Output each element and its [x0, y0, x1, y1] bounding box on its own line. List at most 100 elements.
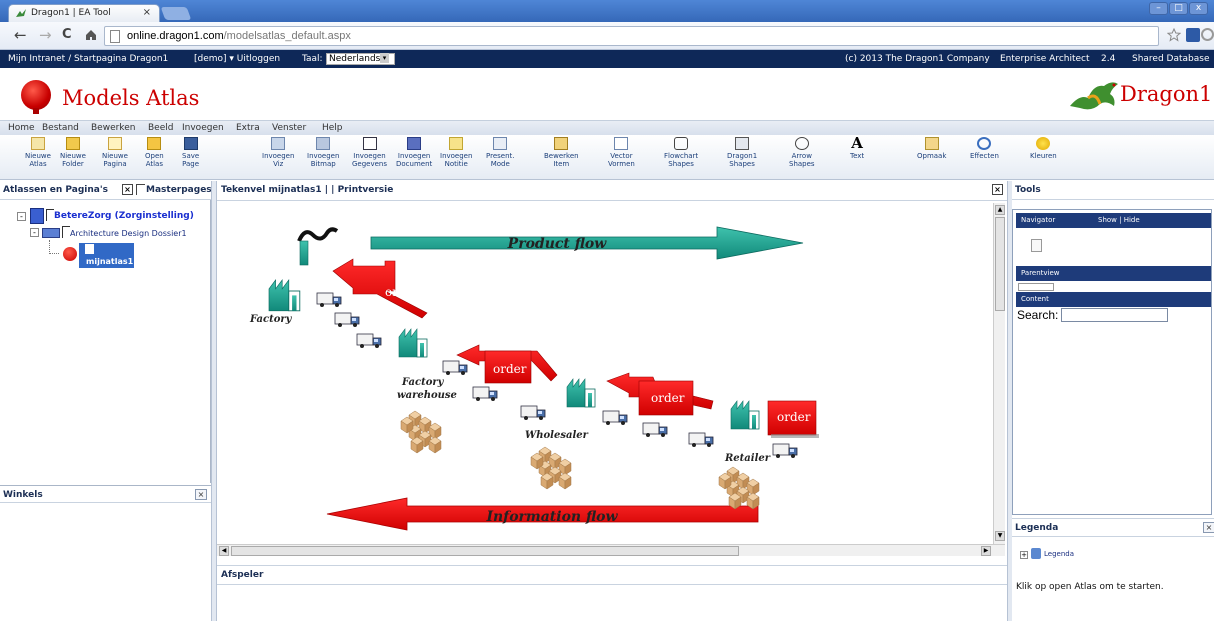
- scroll-down-icon[interactable]: ▼: [995, 531, 1005, 541]
- factory-icon: [268, 279, 301, 312]
- menu-bewerken[interactable]: Bewerken: [91, 123, 135, 133]
- format-icon: [924, 137, 939, 150]
- scroll-up-icon[interactable]: ▲: [995, 205, 1005, 215]
- settings-wrench-icon[interactable]: [1201, 28, 1214, 41]
- atlas-tree-panel: - BetereZorg (Zorginstelling) - Architec…: [0, 200, 211, 483]
- menu-venster[interactable]: Venster: [272, 123, 306, 133]
- insert-note-button[interactable]: Invoegen Notitie: [440, 137, 472, 168]
- insert-data-button[interactable]: Invoegen Gegevens: [352, 137, 387, 168]
- new-folder-icon: [65, 137, 80, 150]
- save-page-button[interactable]: Save Page: [182, 137, 199, 168]
- wholesaler-label: Wholesaler: [525, 430, 589, 441]
- insert-document-button[interactable]: Invoegen Document: [396, 137, 432, 168]
- scroll-right-icon[interactable]: ▶: [981, 546, 991, 556]
- order-label-2: order: [493, 362, 527, 376]
- forward-icon[interactable]: →: [39, 26, 52, 44]
- menu-invoegen[interactable]: Invoegen: [182, 123, 224, 133]
- legenda-expand-icon[interactable]: +: [1020, 551, 1028, 559]
- factory-label: Factory: [249, 314, 293, 325]
- colors-button[interactable]: Kleuren: [1030, 137, 1057, 160]
- arrow-shapes-button[interactable]: Arrow Shapes: [789, 137, 815, 168]
- content-label: Content: [1021, 295, 1049, 303]
- search-input[interactable]: [1061, 308, 1168, 322]
- edit-item-button[interactable]: Bewerken Item: [544, 137, 579, 168]
- menu-bar: Home Bestand Bewerken Beeld Invoegen Ext…: [0, 120, 1214, 135]
- atlas-checkbox[interactable]: [85, 244, 94, 254]
- warehouse-boxes: [401, 411, 441, 453]
- parentview-box: [1018, 283, 1054, 291]
- vector-shapes-button[interactable]: Vector Vormen: [608, 137, 635, 168]
- tree-atlas-label[interactable]: mijnatlas1: [86, 257, 133, 266]
- intranet-link[interactable]: Mijn Intranet / Startpagina Dragon1: [8, 54, 168, 64]
- new-folder-button[interactable]: Nieuwe Folder: [60, 137, 86, 168]
- shared-database-label: Shared Database: [1132, 54, 1210, 64]
- minimize-icon[interactable]: –: [1149, 2, 1168, 15]
- extension-icon[interactable]: [1186, 28, 1200, 42]
- root-checkbox[interactable]: [46, 209, 54, 221]
- close-winkels-icon[interactable]: ×: [195, 489, 207, 500]
- open-atlas-button[interactable]: Open Atlas: [145, 137, 164, 168]
- truck-3: [356, 333, 382, 349]
- canvas-horizontal-scrollbar[interactable]: ◀ ▶: [217, 544, 1005, 556]
- tab-close-icon[interactable]: ×: [143, 7, 151, 18]
- truck-9: [688, 432, 714, 448]
- text-icon: A: [851, 134, 863, 152]
- tree-collapse-icon[interactable]: -: [17, 212, 26, 221]
- url-bar[interactable]: online.dragon1.com/modelsatlas_default.a…: [104, 26, 1159, 46]
- scroll-left-icon[interactable]: ◀: [219, 546, 229, 556]
- home-icon[interactable]: [84, 28, 98, 42]
- drawing-canvas[interactable]: Product flow Information flow Factory or…: [217, 201, 993, 544]
- atlas-panel-title: Atlassen en Pagina's: [3, 185, 108, 195]
- legenda-panel-header: Legenda ×: [1012, 518, 1214, 537]
- close-panel-icon[interactable]: ×: [122, 184, 133, 195]
- tree-root-label[interactable]: BetereZorg (Zorginstelling): [54, 211, 194, 221]
- new-page-button[interactable]: Nieuwe Pagina: [102, 137, 128, 168]
- language-dropdown-icon[interactable]: ▾: [380, 53, 389, 63]
- atlas-icon: [63, 247, 77, 261]
- text-button[interactable]: A Text: [850, 134, 864, 161]
- demo-logout-link[interactable]: [demo] ▾ Uitloggen: [194, 54, 280, 64]
- menu-home[interactable]: Home: [8, 123, 35, 133]
- close-window-icon[interactable]: x: [1189, 2, 1208, 15]
- truck-6: [520, 405, 546, 421]
- maximize-icon[interactable]: □: [1169, 2, 1188, 15]
- masterpages-checkbox[interactable]: [136, 184, 145, 195]
- save-icon: [183, 137, 198, 150]
- legenda-link[interactable]: Legenda: [1044, 550, 1074, 558]
- insert-viz-button[interactable]: Invoegen Viz: [262, 137, 294, 168]
- truck-7: [602, 410, 628, 426]
- format-button[interactable]: Opmaak: [917, 137, 946, 160]
- menu-bestand[interactable]: Bestand: [42, 123, 79, 133]
- effects-button[interactable]: Effecten: [970, 137, 999, 160]
- insert-bitmap-button[interactable]: Invoegen Bitmap: [307, 137, 339, 168]
- vector-shapes-icon: [614, 137, 629, 150]
- bookmark-star-icon[interactable]: [1167, 28, 1181, 42]
- horizontal-scroll-thumb[interactable]: [231, 546, 739, 556]
- dossier-checkbox[interactable]: [62, 226, 70, 238]
- tree-dossier-label[interactable]: Architecture Design Dossier1: [70, 229, 187, 238]
- presentation-mode-button[interactable]: Present. Mode: [486, 137, 515, 168]
- winkels-panel-header: Winkels ×: [0, 485, 211, 503]
- order-label-4: order: [777, 410, 811, 424]
- flowchart-shapes-button[interactable]: Flowchart Shapes: [664, 137, 698, 168]
- brand-name: Dragon1: [1120, 82, 1213, 106]
- new-atlas-button[interactable]: Nieuwe Atlas: [25, 137, 51, 168]
- dragon1-shapes-button[interactable]: Dragon1 Shapes: [727, 137, 757, 168]
- new-tab-button[interactable]: [160, 7, 192, 20]
- menu-help[interactable]: Help: [322, 123, 343, 133]
- browser-tab[interactable]: Dragon1 | EA Tool ×: [8, 4, 160, 22]
- canvas-vertical-scrollbar[interactable]: ▲ ▼: [993, 203, 1005, 544]
- back-icon[interactable]: ←: [14, 26, 27, 44]
- menu-beeld[interactable]: Beeld: [148, 123, 173, 133]
- close-legenda-icon[interactable]: ×: [1203, 522, 1214, 533]
- wholesaler-icon: [566, 378, 596, 408]
- menu-extra[interactable]: Extra: [236, 123, 260, 133]
- tree-collapse-icon[interactable]: -: [30, 228, 39, 237]
- close-canvas-icon[interactable]: ×: [992, 184, 1003, 195]
- information-flow-label: Information flow: [485, 509, 618, 525]
- canvas-title[interactable]: Tekenvel mijnatlas1 | | Printversie: [221, 185, 393, 195]
- show-hide-toggle[interactable]: Show | Hide: [1098, 216, 1140, 224]
- vertical-scroll-thumb[interactable]: [995, 217, 1005, 311]
- afspeler-panel-header: Afspeler: [217, 565, 1007, 585]
- reload-icon[interactable]: C: [62, 27, 72, 42]
